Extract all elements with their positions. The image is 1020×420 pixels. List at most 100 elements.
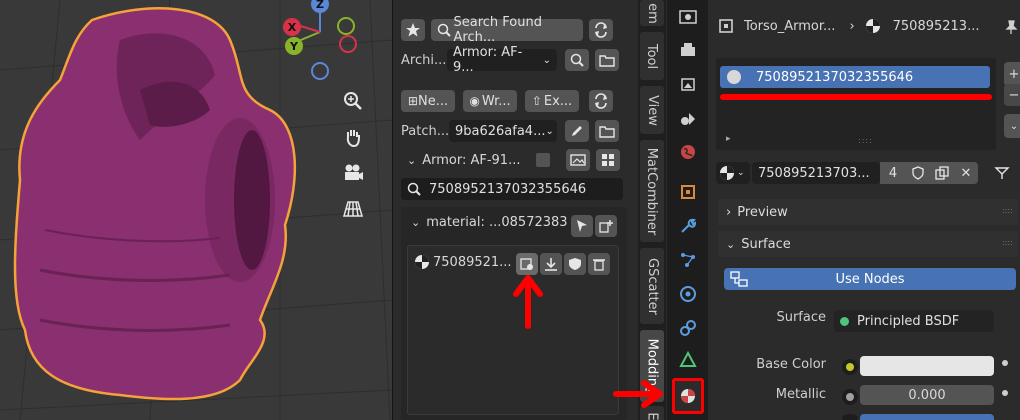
gizmo-y-axis[interactable]: Y: [285, 37, 303, 55]
particles-icon[interactable]: [676, 248, 700, 272]
archive-dropdown[interactable]: Armor: AF-9... ⌄: [447, 45, 557, 75]
chevron-down-icon: ⌄: [726, 237, 736, 251]
patch-label: Patch...: [401, 123, 450, 139]
trash-icon[interactable]: [588, 253, 610, 275]
physics-icon[interactable]: [676, 282, 700, 306]
data-mesh-icon[interactable]: [676, 348, 700, 372]
search-icon[interactable]: [565, 49, 589, 71]
keyframe-dot-icon[interactable]: [1002, 360, 1008, 366]
armor-checkbox[interactable]: [536, 153, 551, 167]
duplicate-icon[interactable]: [930, 162, 954, 184]
unlink-close-icon[interactable]: ✕: [954, 162, 978, 184]
image-icon[interactable]: [566, 149, 591, 171]
tab-item[interactable]: em: [640, 0, 664, 26]
chevron-down-icon[interactable]: ⌄: [411, 216, 420, 229]
search-icon: [407, 182, 421, 196]
chevron-down-icon: ⌄: [737, 168, 745, 178]
material-icon[interactable]: [672, 378, 704, 414]
write-button[interactable]: ◉ Wr...: [463, 90, 517, 112]
pin-icon[interactable]: [1004, 20, 1018, 38]
search-input[interactable]: 7508952137032355646: [401, 178, 623, 200]
tab-tool[interactable]: Tool: [640, 32, 664, 80]
tab-view[interactable]: View: [640, 86, 664, 134]
new-button[interactable]: ⊞ Ne...: [401, 90, 455, 112]
surface-panel-header[interactable]: ⌄ Surface: [718, 231, 1018, 257]
hand-pan-icon[interactable]: [340, 124, 366, 150]
user-count[interactable]: 4: [880, 162, 906, 184]
slot-specials-button[interactable]: ⌄: [1004, 114, 1020, 138]
next-socket-partial[interactable]: [842, 414, 858, 420]
refresh-icon[interactable]: [589, 19, 613, 41]
surface-shader-field[interactable]: Principled BSDF: [834, 310, 994, 332]
patch-dropdown[interactable]: 9ba626afa4... ⌄: [449, 120, 557, 142]
refresh-icon[interactable]: [589, 90, 613, 112]
use-nodes-button[interactable]: Use Nodes: [724, 268, 1016, 290]
annotation-arrow-up: [513, 275, 543, 329]
grid-icon[interactable]: [596, 149, 621, 171]
material-sphere-icon: [727, 70, 741, 84]
base-color-label: Base Color: [756, 357, 826, 372]
drag-handle-icon[interactable]: ::::: [1002, 206, 1013, 215]
tab-gscatter[interactable]: GScatter: [640, 248, 664, 324]
export-button[interactable]: ⇧ Ex...: [525, 90, 579, 112]
zoom-icon[interactable]: [340, 88, 366, 114]
tab-matcombiner[interactable]: MatCombiner: [640, 140, 664, 242]
surface-field-label: Surface: [776, 310, 826, 325]
armor-section-header[interactable]: Armor: AF-91...: [422, 153, 520, 168]
view-layer-icon[interactable]: [676, 72, 700, 96]
perspective-grid-icon[interactable]: [340, 196, 366, 222]
shield-icon[interactable]: [564, 253, 586, 275]
add-slot-button[interactable]: +: [1004, 62, 1020, 86]
fake-user-shield-icon[interactable]: [906, 162, 930, 184]
gizmo-neg-z[interactable]: [311, 62, 329, 80]
material-name-field[interactable]: 750895213703...: [752, 162, 880, 184]
link-data-icon[interactable]: [988, 162, 1016, 184]
browse-material-dropdown[interactable]: ⌄: [716, 162, 750, 184]
constraints-icon[interactable]: [676, 316, 700, 340]
render-icon[interactable]: [676, 4, 700, 28]
chevron-down-icon: ⌄: [545, 125, 554, 137]
object-icon[interactable]: [676, 180, 700, 204]
scene-icon[interactable]: [676, 106, 700, 130]
archive-label: Archi...: [401, 52, 447, 68]
gizmo-neg-y[interactable]: [337, 17, 355, 35]
folder-icon[interactable]: [595, 49, 619, 71]
base-color-swatch[interactable]: [860, 356, 994, 376]
keyframe-dot-icon[interactable]: [1002, 390, 1008, 396]
armor-mesh: [13, 7, 297, 401]
material-sphere-icon: [415, 255, 429, 269]
next-slider-partial[interactable]: [860, 414, 994, 420]
chevron-down-icon: ⌄: [1009, 120, 1019, 132]
search-found-archives-button[interactable]: Search Found Arch...: [431, 15, 583, 45]
minus-icon: −: [1008, 87, 1020, 103]
material-list-item[interactable]: 75089521...: [414, 254, 512, 270]
drag-handle-icon[interactable]: ::::: [1002, 238, 1013, 247]
breadcrumb: Torso_Armor... › 750895213...: [718, 18, 979, 34]
properties-tabs: [666, 0, 708, 420]
metallic-slider[interactable]: 0.000: [860, 385, 994, 405]
preview-panel-header[interactable]: › Preview: [718, 199, 1018, 225]
world-icon[interactable]: [676, 140, 700, 164]
remove-slot-button[interactable]: −: [1004, 84, 1020, 106]
plus-icon: +: [1008, 66, 1020, 82]
folder-icon[interactable]: [595, 120, 619, 142]
annotation-underline: [720, 94, 992, 100]
edit-pencil-icon[interactable]: [565, 120, 589, 142]
output-icon[interactable]: [676, 38, 700, 62]
chevron-down-icon[interactable]: ⌄: [407, 154, 416, 167]
3d-viewport[interactable]: Z X Y: [0, 0, 392, 420]
expand-icon[interactable]: ▸: [726, 134, 731, 144]
material-sphere-icon: [865, 19, 880, 33]
modifier-wrench-icon[interactable]: [676, 214, 700, 238]
material-slot-item[interactable]: 7508952137032355646: [720, 66, 990, 88]
camera-icon[interactable]: [340, 160, 366, 186]
gizmo-x-axis[interactable]: X: [283, 18, 301, 36]
add-object-icon[interactable]: [595, 215, 617, 237]
annotation-arrow-right: [613, 380, 663, 408]
star-icon[interactable]: [401, 19, 425, 41]
color-socket-button[interactable]: [842, 359, 858, 375]
float-socket-button[interactable]: [842, 389, 858, 405]
select-cursor-icon[interactable]: [571, 215, 593, 237]
gizmo-neg-x[interactable]: [339, 35, 357, 53]
resize-handle-icon[interactable]: ::::: [858, 136, 873, 145]
